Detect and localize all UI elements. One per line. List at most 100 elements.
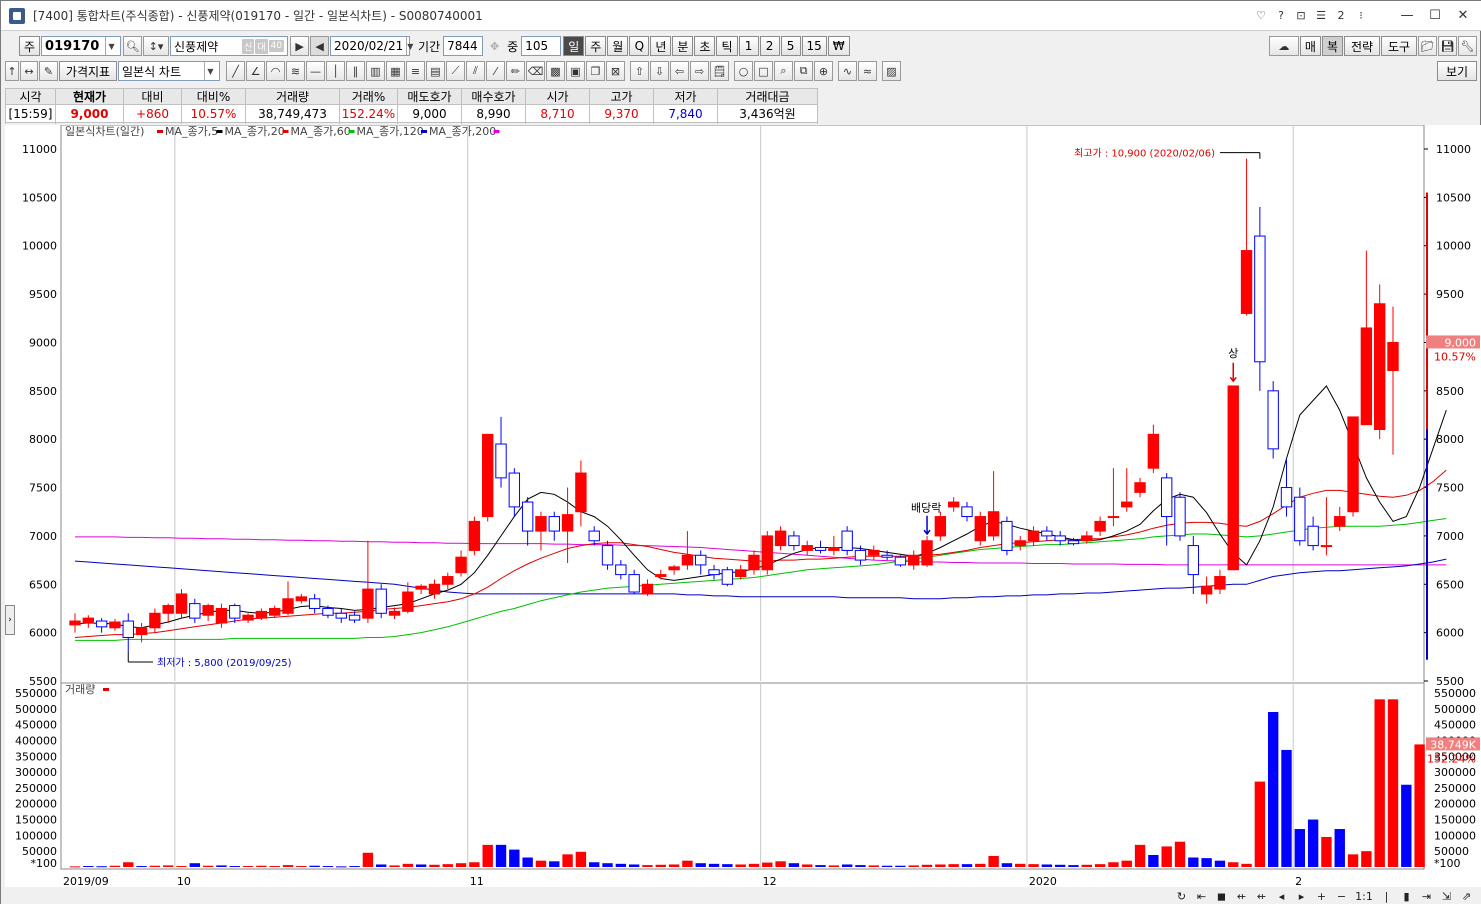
fibonacci-tool-icon[interactable]: ≡ [406, 61, 425, 81]
strategy-button[interactable]: 전략 [1344, 36, 1380, 56]
note-icon[interactable]: 🗒︎ [710, 61, 729, 81]
line-tool-icon[interactable]: ╱ [226, 61, 245, 81]
chart-area[interactable]: 2019/09 10 11 12 2020 2 11000 11000 10500 10500 10… [5, 125, 1481, 889]
period-input[interactable]: 7844 [443, 36, 484, 56]
grid-tool-icon[interactable]: ▥ [366, 61, 385, 81]
hline-tool-icon[interactable]: — [306, 61, 325, 81]
fill-tool-icon[interactable]: ▣ [566, 61, 585, 81]
date-input[interactable]: 2020/02/21 ▼ [330, 36, 413, 56]
screen-icon[interactable]: ⊡ [1292, 7, 1310, 25]
name-field[interactable]: 신풍제약 신 대 40 [170, 36, 289, 56]
arc-tool-icon[interactable]: ◠ [266, 61, 285, 81]
move-icon[interactable]: ✥ [485, 36, 504, 56]
period-minute[interactable]: 분 [672, 36, 694, 56]
close-button[interactable]: ✕ [1450, 6, 1476, 26]
arrow-down-icon[interactable]: ⇩ [650, 61, 669, 81]
circle-tool-icon[interactable]: ○ [734, 61, 753, 81]
parallel-tool-icon[interactable]: ⫽ [466, 61, 485, 81]
arrow-left-icon[interactable]: ⇦ [670, 61, 689, 81]
count-input[interactable]: 105 [521, 36, 562, 56]
overlay-icon[interactable]: ∿ [838, 61, 857, 81]
folder-icon[interactable]: 📁︎ [1418, 36, 1437, 56]
period-second[interactable]: 초 [694, 36, 716, 56]
arrow-up-icon[interactable]: ⇧ [630, 61, 649, 81]
menu-icon[interactable]: ☰ [1312, 7, 1330, 25]
edit-icon[interactable]: ✎ [39, 61, 58, 81]
color-tool-icon[interactable]: ▩ [546, 61, 565, 81]
period-year[interactable]: 년 [650, 36, 672, 56]
rewind-icon[interactable]: ⇷ [1232, 888, 1251, 904]
prev-icon[interactable]: ◀ [310, 36, 330, 56]
magnet-tool-icon[interactable]: ⧉ [794, 61, 813, 81]
more-icon[interactable]: ⁝ [1352, 7, 1370, 25]
chevron-down-icon[interactable]: ▼ [406, 37, 413, 55]
zoom-reset-button[interactable]: 1:1 [1352, 888, 1376, 904]
favorite-icon[interactable]: ♡ [1252, 7, 1270, 25]
help-icon[interactable]: ? [1272, 7, 1290, 25]
tools-button[interactable]: 도구 [1381, 36, 1417, 56]
up-icon[interactable]: ↑ [5, 61, 19, 81]
resize-icon[interactable]: ↔ [20, 61, 38, 81]
code-input[interactable]: 019170 ▼ [41, 36, 122, 56]
pen-tool-icon[interactable]: ✏ [506, 61, 525, 81]
zoom-in-icon[interactable]: + [1312, 888, 1331, 904]
price-volume-chart[interactable]: 2019/09 10 11 12 2020 211000 1100010500 1050010… [5, 125, 1481, 889]
refresh-icon[interactable]: ↻ [1172, 888, 1191, 904]
channel-tool-icon[interactable]: ▤ [426, 61, 445, 81]
period-day[interactable]: 일 [563, 36, 585, 56]
search-icon[interactable]: 🔍︎ [123, 36, 143, 56]
forward-icon[interactable]: ⇷ [1252, 888, 1271, 904]
period-2[interactable]: 2 [759, 36, 780, 56]
minimize-button[interactable]: — [1394, 6, 1420, 26]
market-button[interactable]: 주 [19, 36, 41, 56]
chevron-down-icon[interactable]: ▼ [105, 37, 117, 55]
step-back-icon[interactable]: ◂ [1272, 888, 1291, 904]
chevron-down-icon[interactable]: ▼ [204, 62, 216, 80]
cycle-tool-icon[interactable]: ∥ [346, 61, 365, 81]
wave-tool-icon[interactable]: ⟋ [446, 61, 465, 81]
view-button[interactable]: 보기 [1437, 61, 1477, 81]
wave-icon[interactable]: ≈ [858, 61, 877, 81]
copy-button[interactable]: 복 [1321, 36, 1343, 56]
fan-tool-icon[interactable]: ≋ [286, 61, 305, 81]
table-tool-icon[interactable]: ▦ [386, 61, 405, 81]
settings-icon[interactable]: 🔧︎ [1458, 36, 1477, 56]
bar-icon[interactable]: ▮ [1397, 888, 1416, 904]
zoom-out-icon[interactable]: − [1332, 888, 1351, 904]
trade-button[interactable]: 매 [1299, 36, 1321, 56]
period-quarter[interactable]: Q [629, 36, 650, 56]
save-icon[interactable]: 💾︎ [1438, 36, 1457, 56]
cloud-icon[interactable]: ☁ [1268, 36, 1299, 56]
next-icon[interactable]: ▶ [290, 36, 310, 56]
first-icon[interactable]: ⇤ [1192, 888, 1211, 904]
erase-tool-icon[interactable]: ⌫ [526, 61, 545, 81]
period-tick[interactable]: 틱 [716, 36, 738, 56]
rect-tool-icon[interactable]: □ [754, 61, 773, 81]
period-5[interactable]: 5 [780, 36, 801, 56]
sort-icon[interactable]: ↕▾ [143, 36, 170, 56]
step-forward-icon[interactable]: ▸ [1292, 888, 1311, 904]
maximize-button[interactable]: ☐ [1422, 6, 1448, 26]
last-icon[interactable]: ⇥ [1417, 888, 1436, 904]
angle-tool-icon[interactable]: ∠ [246, 61, 265, 81]
trend-tool-icon[interactable]: ⁄ [486, 61, 505, 81]
copy-tool-icon[interactable]: ❐ [586, 61, 605, 81]
chart-type-select[interactable]: 일본식 차트 ▼ [118, 61, 220, 81]
delete-tool-icon[interactable]: ⊠ [606, 61, 625, 81]
period-week[interactable]: 주 [585, 36, 607, 56]
period-month[interactable]: 월 [607, 36, 629, 56]
expand-icon[interactable]: ⇲ [1437, 888, 1456, 904]
left-panel-handle[interactable]: › [5, 605, 15, 635]
popout-icon[interactable]: ⇗ [1457, 888, 1476, 904]
crosshair-icon[interactable]: ⊕ [814, 61, 833, 81]
link-group-icon[interactable]: 2 [1332, 7, 1350, 25]
stop-icon[interactable]: ◼ [1212, 888, 1231, 904]
currency-button[interactable]: ₩ [827, 36, 850, 56]
indicator-button[interactable]: 가격지표 [59, 61, 117, 81]
image-icon[interactable]: ▨ [882, 61, 901, 81]
zoom-tool-icon[interactable]: ⌕ [774, 61, 793, 81]
vline-tool-icon[interactable]: │ [326, 61, 345, 81]
period-15[interactable]: 15 [801, 36, 827, 56]
period-1[interactable]: 1 [738, 36, 759, 56]
arrow-right-icon[interactable]: ⇨ [690, 61, 709, 81]
